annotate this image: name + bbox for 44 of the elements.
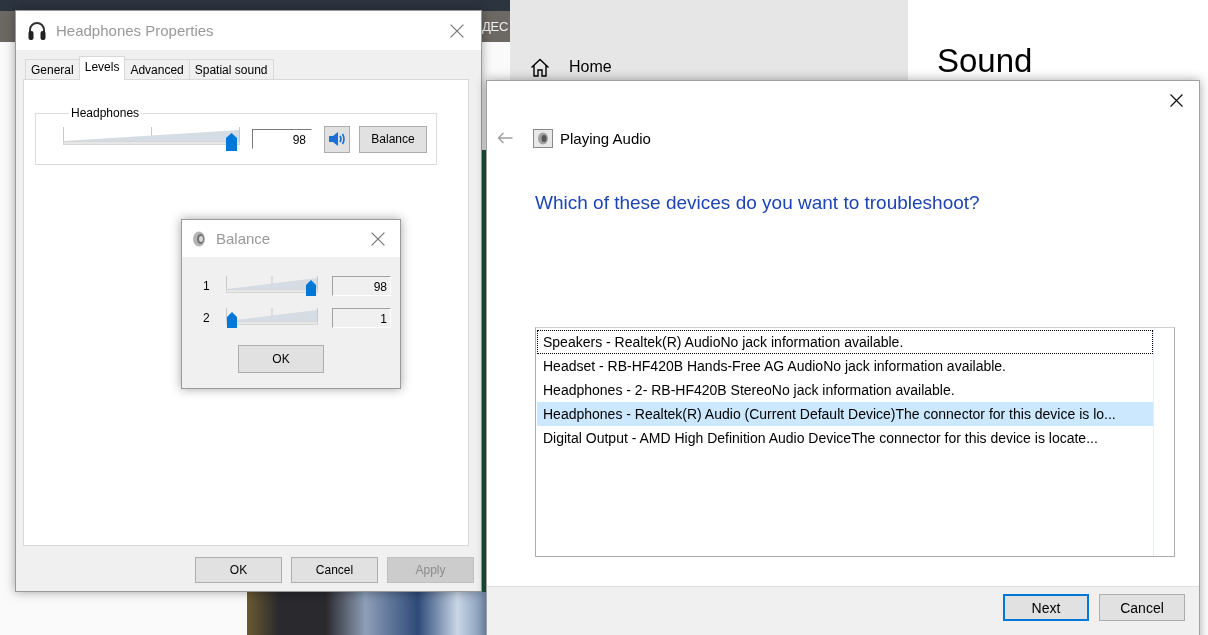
slider-thumb[interactable] [306, 280, 317, 296]
channel-label: 2 [203, 311, 211, 325]
dialog-button[interactable]: Cancel [291, 557, 378, 583]
group-label: Headphones [70, 106, 141, 120]
question-text: Which of these devices do you want to troubleshoot? [535, 191, 981, 215]
device-list-item[interactable]: Headphones - Realtek(R) Audio (Current Default Device)The connector for this device is lo... [537, 402, 1153, 426]
tab[interactable]: Spatial sound [188, 59, 274, 79]
back-button[interactable] [497, 132, 513, 144]
banner-text: ДЕС [482, 19, 508, 34]
home-icon [530, 57, 550, 77]
balance-button[interactable]: Balance [359, 125, 427, 153]
close-icon [1169, 93, 1183, 107]
mute-button[interactable] [324, 125, 350, 153]
device-list-item[interactable]: Digital Output - AMD High Definition Audio DeviceThe connector for this device is locate... [537, 426, 1153, 450]
balance-slider[interactable] [226, 276, 318, 296]
window-title: Balance [216, 230, 272, 247]
slider-thumb[interactable] [225, 133, 237, 151]
channel-level-field[interactable]: 98 [332, 276, 391, 296]
slider-thumb[interactable] [226, 312, 237, 328]
speaker-icon [328, 131, 346, 147]
close-icon [371, 231, 385, 246]
nav-item[interactable]: Home [530, 57, 612, 77]
headphones-icon [28, 20, 46, 41]
tab[interactable]: Levels [78, 56, 126, 80]
close-icon [450, 23, 464, 38]
speaker-icon [533, 128, 553, 148]
device-list-item[interactable]: Headset - RB-HF420B Hands-Free AG AudioNo jack information available. [537, 354, 1153, 378]
volume-slider[interactable] [63, 127, 240, 151]
channel-label: 1 [203, 279, 211, 293]
dialog-button[interactable]: Cancel [1099, 594, 1185, 621]
dialog-button[interactable]: Next [1003, 594, 1089, 621]
speaker-icon [192, 230, 206, 247]
channel-level-field[interactable]: 1 [332, 308, 391, 328]
page-title: Sound [937, 41, 1034, 81]
ok-button[interactable]: OK [238, 345, 324, 373]
troubleshooter-title: Playing Audio [560, 129, 651, 147]
balance-slider[interactable] [226, 308, 318, 328]
tab[interactable]: General [25, 59, 80, 79]
dialog-button[interactable]: OK [195, 557, 282, 583]
window-title: Headphones Properties [56, 22, 215, 39]
device-list-item[interactable]: Headphones - 2- RB-HF420B StereoNo jack information available. [537, 378, 1153, 402]
back-arrow-icon [497, 132, 513, 144]
volume-field[interactable]: 98 [252, 129, 312, 149]
device-list-item[interactable]: Speakers - Realtek(R) AudioNo jack information available. [537, 330, 1153, 354]
